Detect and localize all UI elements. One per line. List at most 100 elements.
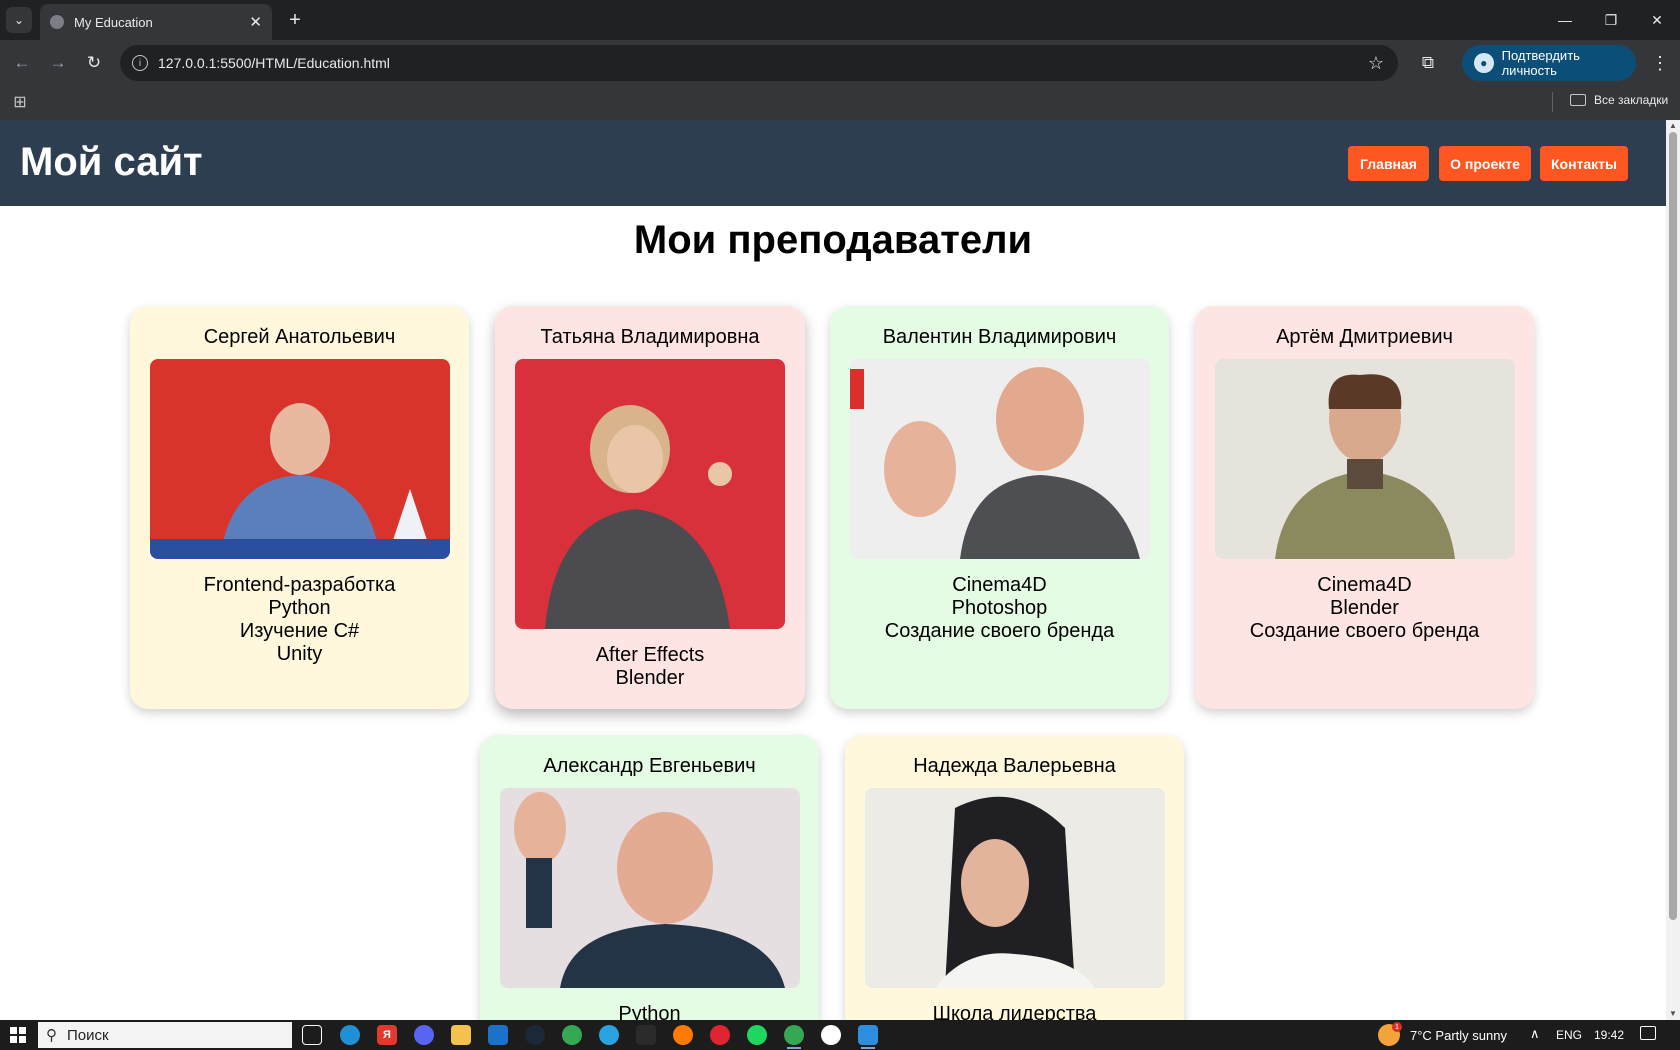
teacher-name: Надежда Валерьевна: [913, 755, 1116, 777]
restore-icon[interactable]: ❐: [1588, 0, 1634, 40]
spotify-icon[interactable]: [747, 1025, 767, 1045]
apps-grid-icon[interactable]: ⊞: [10, 92, 30, 112]
teacher-skills: After Effects Blender: [495, 644, 805, 690]
outlook-icon[interactable]: [488, 1025, 508, 1045]
teacher-photo: [150, 359, 450, 559]
teacher-skills: Frontend-разработка Python Изучение C# U…: [130, 574, 469, 666]
skill-item: Школа лидерства: [932, 1003, 1097, 1020]
weather-text[interactable]: 7°C Partly sunny: [1410, 1028, 1507, 1043]
yandex-icon[interactable]: Я: [377, 1025, 397, 1045]
skill-item: Blender: [615, 667, 685, 689]
task-view-icon[interactable]: [302, 1025, 322, 1045]
site-info-icon[interactable]: i: [132, 55, 148, 71]
teacher-card: Артём Дмитриевич Cinema4D Blender Создан…: [1195, 306, 1534, 709]
bookmarks-bar: ⊞ Все закладки: [0, 86, 1680, 120]
teacher-skills: Школа лидерства: [845, 1003, 1184, 1020]
opera-icon[interactable]: [710, 1025, 730, 1045]
tab-active[interactable]: My Education ✕: [40, 4, 272, 40]
tab-strip: ⌄ My Education ✕ + — ❐ ✕: [0, 0, 1680, 40]
active-app-indicator: [787, 1047, 801, 1049]
scrollbar-thumb[interactable]: [1669, 132, 1677, 920]
teacher-skills: Cinema4D Photoshop Создание своего бренд…: [830, 574, 1169, 643]
teacher-skills: Cinema4D Blender Создание своего бренда: [1195, 574, 1534, 643]
teacher-photo: [850, 359, 1150, 559]
teacher-card: Татьяна Владимировна After Effects Blend…: [495, 306, 805, 709]
nav-about-button[interactable]: О проекте: [1439, 146, 1531, 181]
bookmark-star-icon[interactable]: ☆: [1368, 53, 1384, 74]
scroll-down-icon[interactable]: ▼: [1669, 1010, 1677, 1018]
page-viewport: Мой сайт Главная О проекте Контакты Мои …: [0, 120, 1680, 1020]
skill-item: Blender: [1330, 597, 1399, 619]
teacher-card: Александр Евгеньевич Python: [480, 735, 819, 1020]
globe-icon: [50, 15, 64, 29]
skill-item: After Effects: [595, 644, 705, 666]
more-menu-icon[interactable]: ⋮: [1648, 49, 1672, 77]
notifications-icon[interactable]: [1640, 1026, 1656, 1040]
teacher-name: Александр Евгеньевич: [543, 755, 756, 777]
teacher-photo: [1215, 359, 1515, 559]
teacher-card: Надежда Валерьевна Школа лидерства: [845, 735, 1184, 1020]
skill-item: Изучение C#: [239, 620, 360, 642]
scroll-up-icon[interactable]: ▲: [1669, 122, 1677, 130]
profile-icon: ●: [1474, 53, 1494, 73]
browser-toolbar: ← → ↻ i 127.0.0.1:5500/HTML/Education.ht…: [0, 40, 1680, 86]
all-bookmarks-label: Все закладки: [1594, 93, 1669, 107]
discord-icon[interactable]: [414, 1025, 434, 1045]
skill-item: Python: [618, 1003, 681, 1020]
epic-games-icon[interactable]: [636, 1025, 656, 1045]
skill-item: Frontend-разработка: [203, 574, 396, 596]
github-icon[interactable]: [821, 1025, 841, 1045]
telegram-icon[interactable]: [599, 1025, 619, 1045]
steam-icon[interactable]: [525, 1025, 545, 1045]
windows-start-icon[interactable]: [10, 1027, 26, 1043]
forward-icon[interactable]: →: [44, 49, 72, 77]
url-text: 127.0.0.1:5500/HTML/Education.html: [158, 55, 390, 71]
nav-contacts-button[interactable]: Контакты: [1540, 146, 1628, 181]
skill-item: Cinema4D: [952, 574, 1047, 596]
address-bar[interactable]: i 127.0.0.1:5500/HTML/Education.html ☆: [120, 45, 1398, 81]
weather-badge: 1: [1392, 1022, 1402, 1032]
taskbar-search-placeholder: Поиск: [67, 1026, 109, 1044]
back-icon[interactable]: ←: [8, 49, 36, 77]
language-indicator[interactable]: ENG: [1556, 1028, 1582, 1042]
chrome-icon[interactable]: [562, 1025, 582, 1045]
skill-item: Cinema4D: [1317, 574, 1412, 596]
clock[interactable]: 19:42: [1594, 1028, 1624, 1042]
teacher-photo: [500, 788, 800, 988]
verify-identity-label: Подтвердить личность: [1501, 48, 1580, 78]
active-app-indicator: [861, 1047, 875, 1049]
reload-icon[interactable]: ↻: [80, 49, 108, 77]
file-explorer-icon[interactable]: [451, 1025, 471, 1045]
bookmarks-divider: [1552, 92, 1553, 112]
soundcloud-icon[interactable]: [673, 1025, 693, 1045]
page-scrollbar[interactable]: ▲ ▼: [1666, 120, 1680, 1020]
tab-search-icon[interactable]: ⌄: [6, 7, 32, 33]
folder-icon: [1570, 94, 1586, 106]
minimize-icon[interactable]: —: [1542, 0, 1588, 40]
edge-icon[interactable]: [340, 1025, 360, 1045]
chevron-up-icon[interactable]: ∧: [1530, 1026, 1540, 1042]
skill-item: Unity: [276, 643, 323, 665]
skill-item: Создание своего бренда: [884, 620, 1115, 642]
vscode-icon[interactable]: [858, 1025, 878, 1045]
teacher-name: Татьяна Владимировна: [540, 326, 760, 348]
new-tab-button[interactable]: +: [282, 7, 308, 33]
tab-title: My Education: [74, 14, 153, 30]
close-tab-icon[interactable]: ✕: [249, 13, 262, 31]
teacher-photo: [865, 788, 1165, 988]
verify-identity-button[interactable]: ● Подтвердить личность: [1462, 45, 1636, 81]
extensions-icon[interactable]: ⧉: [1414, 49, 1442, 77]
taskbar-search[interactable]: ⚲ Поиск: [38, 1022, 292, 1048]
skill-item: Создание своего бренда: [1249, 620, 1480, 642]
nav-home-button[interactable]: Главная: [1348, 146, 1429, 181]
chrome-icon[interactable]: [784, 1025, 804, 1045]
close-window-icon[interactable]: ✕: [1634, 0, 1680, 40]
all-bookmarks-button[interactable]: Все закладки: [1570, 93, 1668, 107]
skill-item: Python: [268, 597, 331, 619]
teacher-name: Сергей Анатольевич: [203, 326, 396, 348]
page-title: Мои преподаватели: [633, 218, 1033, 262]
teacher-skills: Python: [480, 1003, 819, 1020]
site-header: Мой сайт Главная О проекте Контакты: [0, 120, 1666, 206]
site-title: Мой сайт: [20, 140, 203, 184]
teacher-card: Валентин Владимирович Cinema4D Photoshop…: [830, 306, 1169, 709]
